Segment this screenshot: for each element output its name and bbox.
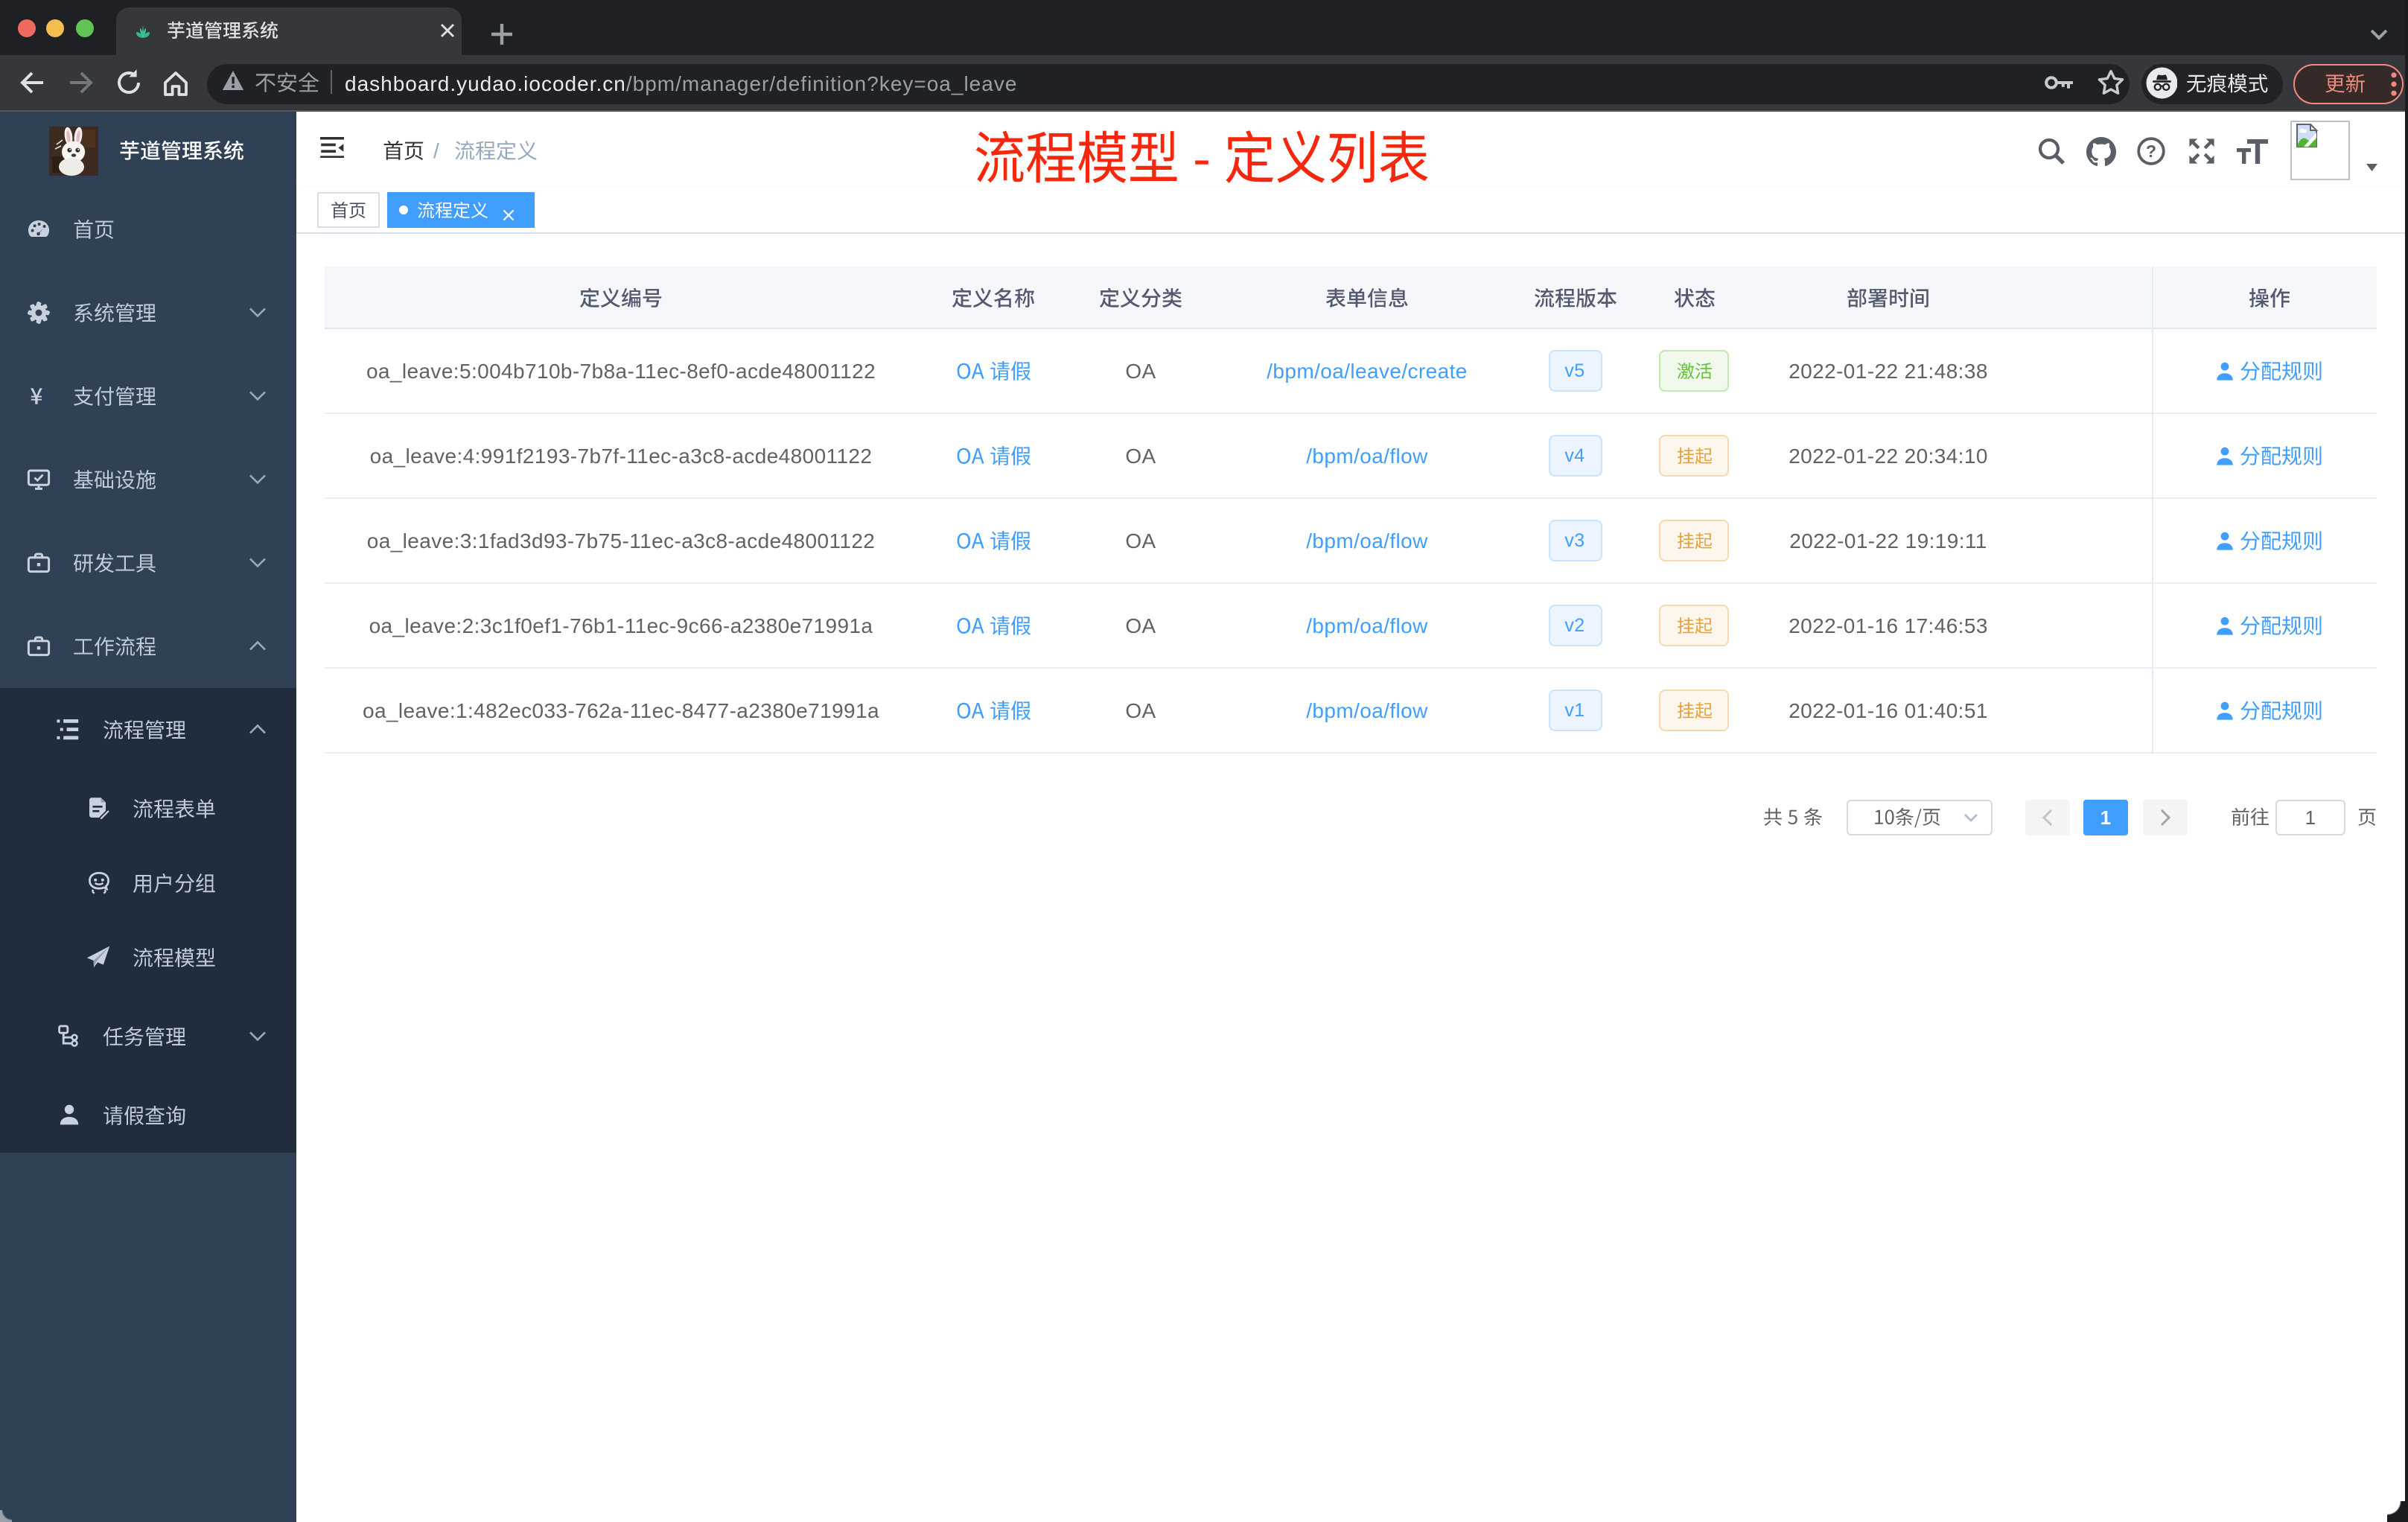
svg-text:?: ? (2146, 141, 2156, 161)
